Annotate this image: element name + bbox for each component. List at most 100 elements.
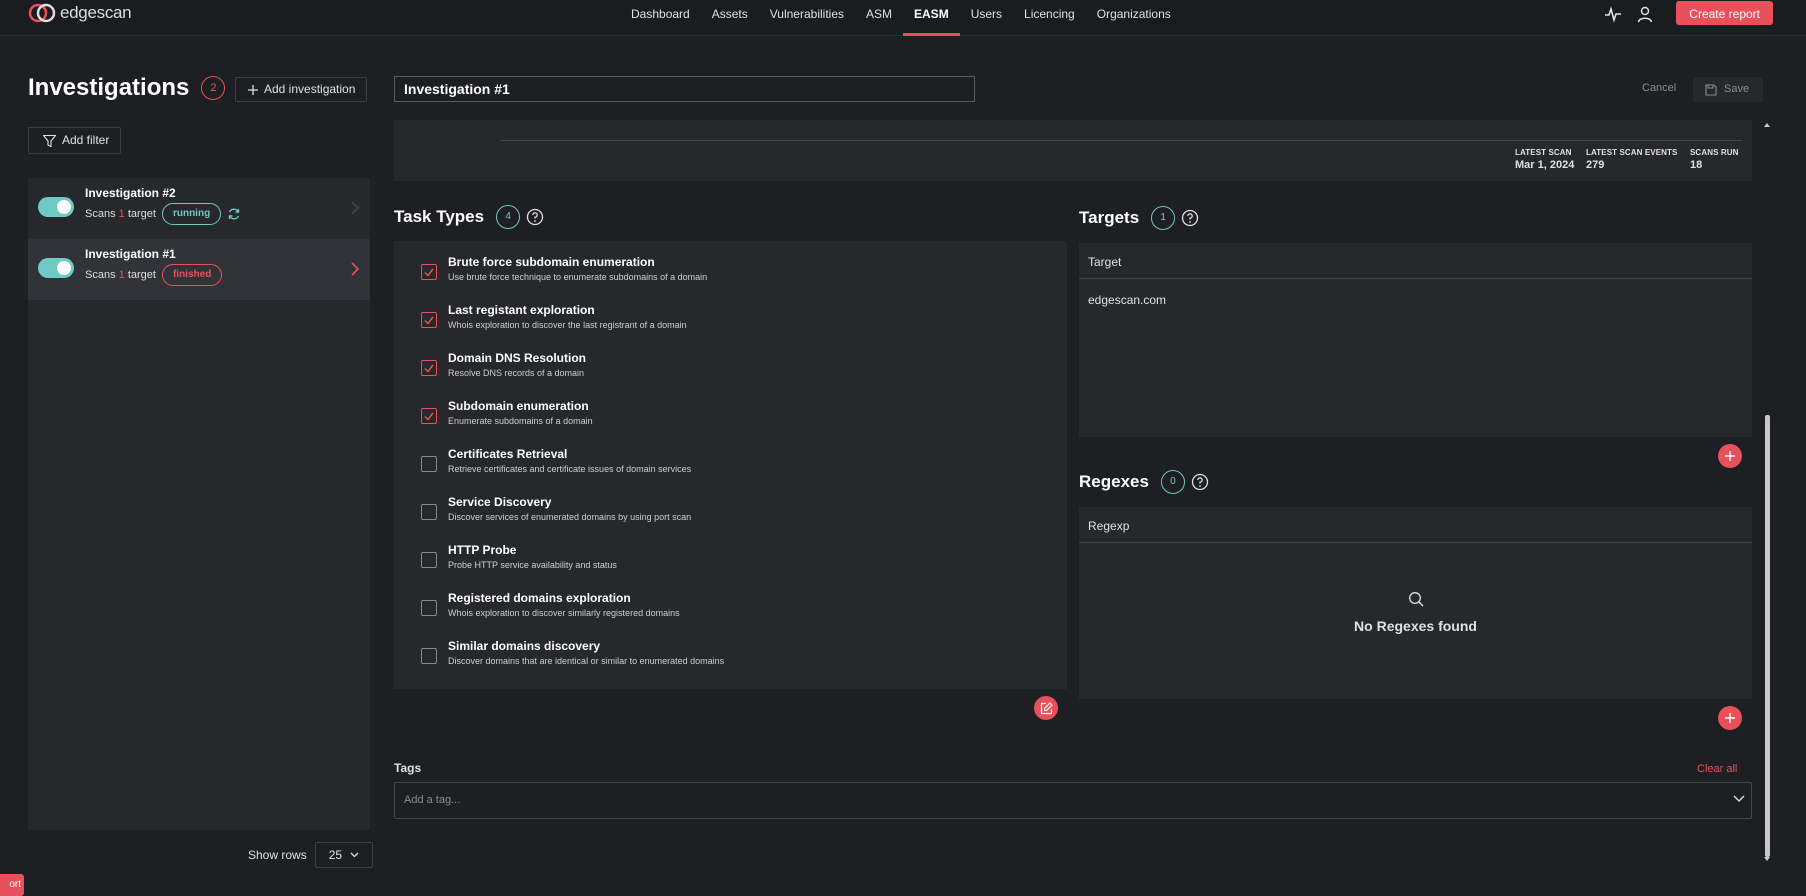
plus-icon	[248, 84, 258, 95]
edit-task-types-button[interactable]	[1034, 696, 1058, 720]
task-title: Certificates Retrieval	[448, 447, 568, 461]
investigation-name-input[interactable]: Investigation #1	[394, 76, 975, 102]
task-description: Retrieve certificates and certificate is…	[448, 464, 692, 474]
save-button[interactable]: Save	[1693, 77, 1763, 102]
task-checkbox[interactable]	[421, 360, 437, 376]
investigation-name: Investigation #2	[85, 186, 176, 200]
cancel-button[interactable]: Cancel	[1642, 82, 1676, 94]
task-checkbox[interactable]	[421, 456, 437, 472]
task-checkbox[interactable]	[421, 264, 437, 280]
task-checkbox[interactable]	[421, 552, 437, 568]
investigation-list: Investigation #2 Scans 1 target running …	[28, 178, 370, 830]
add-filter-button[interactable]: Add filter	[28, 127, 122, 154]
task-option[interactable]: Registered domains exploration Whois expl…	[421, 591, 680, 631]
add-filter-label: Add filter	[62, 133, 110, 147]
help-icon[interactable]	[1181, 209, 1199, 227]
task-checkbox[interactable]	[421, 504, 437, 520]
edgescan-logo[interactable]: edgescan	[28, 2, 132, 24]
save-label: Save	[1724, 83, 1750, 95]
report-tab[interactable]: ort	[0, 874, 24, 896]
task-option[interactable]: Brute force subdomain enumeration Use bru…	[421, 255, 707, 295]
regexes-table: Regexp No Regexes found	[1079, 507, 1752, 699]
check-icon	[424, 364, 434, 373]
add-regex-button[interactable]	[1718, 706, 1742, 730]
scans-prefix: Scans	[85, 208, 116, 220]
scans-run-stat: SCANS RUN 18	[1690, 148, 1738, 171]
target-cell[interactable]: edgescan.com	[1079, 279, 1752, 307]
chevron-right-icon	[351, 262, 360, 276]
top-icons	[1604, 2, 1654, 26]
targets-suffix: target	[127, 269, 156, 281]
investigation-item-selected[interactable]: Investigation #1 Scans 1 target finished	[28, 239, 370, 300]
task-option[interactable]: Certificates Retrieval Retrieve certifica…	[421, 447, 691, 487]
tags-placeholder: Add a tag...	[404, 794, 461, 806]
investigation-item[interactable]: Investigation #2 Scans 1 target running	[28, 178, 370, 239]
chevron-right-icon	[351, 201, 360, 215]
chart-baseline	[500, 140, 1742, 141]
latest-scan-stat: LATEST SCAN Mar 1, 2024	[1515, 148, 1574, 171]
stat-value: 18	[1690, 159, 1703, 171]
target-count: 1	[118, 208, 125, 220]
check-icon	[424, 316, 434, 325]
main-nav: Dashboard Assets Vulnerabilities ASM EAS…	[620, 0, 1182, 36]
tags-input[interactable]: Add a tag...	[394, 782, 1752, 819]
nav-easm[interactable]: EASM	[903, 0, 960, 36]
investigation-toggle[interactable]	[38, 258, 74, 278]
task-title: Brute force subdomain enumeration	[448, 255, 655, 269]
empty-state-text: No Regexes found	[1354, 618, 1477, 634]
targets-count-badge: 1	[1151, 206, 1176, 230]
nav-organizations[interactable]: Organizations	[1086, 0, 1182, 36]
filter-icon	[43, 134, 56, 147]
task-description: Whois exploration to discover the last r…	[448, 320, 687, 330]
stat-label: SCANS RUN	[1690, 148, 1739, 157]
nav-asm[interactable]: ASM	[855, 0, 903, 36]
plus-icon	[1725, 451, 1735, 461]
nav-dashboard[interactable]: Dashboard	[620, 0, 701, 36]
scroll-up-arrow-icon[interactable]	[1764, 122, 1770, 128]
nav-assets[interactable]: Assets	[701, 0, 759, 36]
rows-value: 25	[328, 848, 343, 862]
task-option[interactable]: Similar domains discovery Discover domain…	[421, 639, 724, 679]
task-option[interactable]: Service Discovery Discover services of en…	[421, 495, 691, 535]
regexes-header: Regexes 0	[1079, 470, 1209, 494]
stat-value: Mar 1, 2024	[1515, 159, 1575, 171]
help-icon[interactable]	[1191, 473, 1209, 491]
clear-all-tags-button[interactable]: Clear all	[1697, 763, 1737, 775]
nav-users[interactable]: Users	[960, 0, 1013, 36]
target-count: 1	[118, 269, 125, 281]
empty-state: No Regexes found	[1079, 591, 1752, 634]
target-column-header: Target	[1079, 243, 1752, 279]
task-types-panel: Brute force subdomain enumeration Use bru…	[394, 241, 1067, 689]
nav-licencing[interactable]: Licencing	[1013, 0, 1086, 36]
regexes-count-badge: 0	[1160, 470, 1185, 494]
investigation-toggle[interactable]	[38, 197, 74, 217]
task-checkbox[interactable]	[421, 312, 437, 328]
task-option[interactable]: HTTP Probe Probe HTTP service availabilit…	[421, 543, 617, 583]
activity-icon[interactable]	[1604, 5, 1622, 23]
page-title: Investigations	[28, 74, 190, 101]
user-icon[interactable]	[1636, 5, 1654, 23]
create-report-button[interactable]: Create report	[1676, 1, 1773, 25]
logo-text: edgescan	[60, 3, 132, 22]
task-option[interactable]: Subdomain enumeration Enumerate subdomain…	[421, 399, 593, 439]
help-icon[interactable]	[526, 208, 544, 226]
chevron-down-icon[interactable]	[1733, 795, 1745, 803]
task-checkbox[interactable]	[421, 600, 437, 616]
task-title: Domain DNS Resolution	[448, 351, 587, 365]
section-title: Targets	[1079, 208, 1140, 227]
task-title: Subdomain enumeration	[448, 399, 589, 413]
targets-table: Target edgescan.com	[1079, 243, 1752, 437]
task-option[interactable]: Last registant exploration Whois explorat…	[421, 303, 687, 343]
scrollbar-thumb[interactable]	[1765, 415, 1770, 857]
nav-vulnerabilities[interactable]: Vulnerabilities	[759, 0, 855, 36]
task-checkbox[interactable]	[421, 648, 437, 664]
task-checkbox[interactable]	[421, 408, 437, 424]
refresh-icon	[228, 208, 240, 220]
task-option[interactable]: Domain DNS Resolution Resolve DNS records…	[421, 351, 586, 391]
add-investigation-button[interactable]: Add investigation	[235, 77, 368, 102]
check-icon	[424, 412, 434, 421]
stat-value: 279	[1586, 159, 1605, 171]
add-target-button[interactable]	[1718, 444, 1742, 468]
section-title: Regexes	[1079, 472, 1149, 491]
rows-per-page-select[interactable]: 25	[314, 842, 373, 868]
